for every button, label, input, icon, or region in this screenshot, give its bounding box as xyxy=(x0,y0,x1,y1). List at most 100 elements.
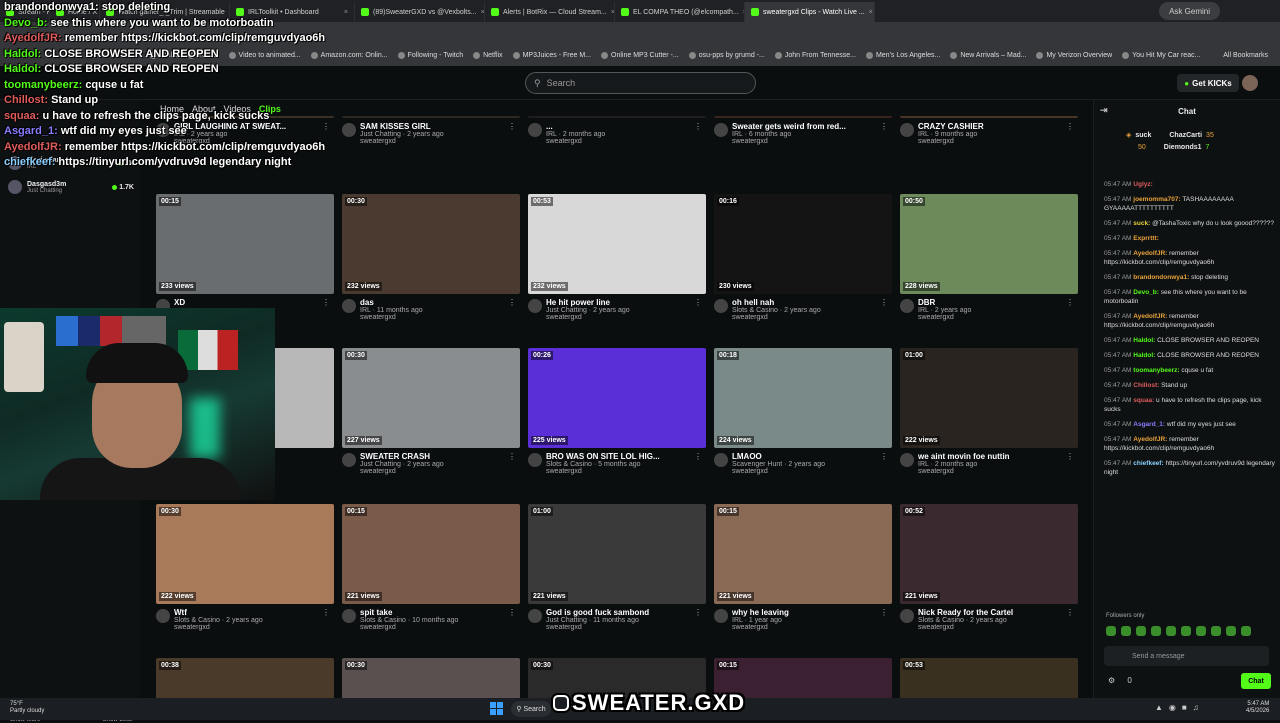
clip-card[interactable]: 00:52 221 views Nick Ready for the Cartel S… xyxy=(900,504,1078,631)
more-options-icon[interactable]: ⋮ xyxy=(322,298,334,313)
more-options-icon[interactable]: ⋮ xyxy=(694,452,706,475)
bookmark-item[interactable]: You Hit My Car reac... xyxy=(1122,51,1200,59)
more-options-icon[interactable]: ⋮ xyxy=(508,452,520,475)
clip-channel[interactable]: sweatergxd xyxy=(546,138,690,145)
clip-thumbnail[interactable]: 00:15 221 views xyxy=(342,504,520,604)
channel-avatar[interactable] xyxy=(156,609,170,623)
clip-card[interactable]: 234 views CRAZY CASHIERIRL · 9 months ago… xyxy=(900,116,1078,145)
more-options-icon[interactable]: ⋮ xyxy=(694,608,706,631)
clip-channel[interactable]: sweatergxd xyxy=(918,138,1062,145)
channel-avatar[interactable] xyxy=(714,609,728,623)
more-options-icon[interactable]: ⋮ xyxy=(694,298,706,321)
browser-tab[interactable]: Alerts | BotRix — Cloud Stream... × xyxy=(485,2,615,22)
clip-thumbnail[interactable]: 00:30 xyxy=(342,658,520,698)
close-tab-icon[interactable]: × xyxy=(869,9,873,16)
clip-card[interactable]: 00:18 224 views LMAOO Scavenger Hunt · 2 ye… xyxy=(714,348,892,475)
message-user[interactable]: squaa: xyxy=(1133,397,1154,404)
clip-channel[interactable]: sweatergxd xyxy=(732,314,876,321)
channel-avatar[interactable] xyxy=(342,609,356,623)
more-options-icon[interactable]: ⋮ xyxy=(322,608,334,631)
clip-channel[interactable]: sweatergxd xyxy=(918,468,1062,475)
clip-card[interactable]: 00:53 xyxy=(900,658,1078,698)
emote-icon[interactable] xyxy=(1106,626,1116,636)
clip-thumbnail[interactable]: 00:16 230 views xyxy=(714,194,892,294)
clip-channel[interactable]: sweatergxd xyxy=(174,624,318,631)
message-user[interactable]: AyedolfJR: xyxy=(1133,313,1167,320)
bookmark-item[interactable]: MP3Juices - Free M... xyxy=(512,51,591,59)
clip-title[interactable]: SAM KISSES GIRL xyxy=(360,122,504,131)
more-options-icon[interactable]: ⋮ xyxy=(1066,452,1078,475)
message-user[interactable]: toomanybeerz: xyxy=(1133,367,1179,374)
message-user[interactable]: suck: xyxy=(1133,220,1150,227)
clip-channel[interactable]: sweatergxd xyxy=(360,138,504,145)
bookmark-item[interactable]: Netflix xyxy=(473,51,503,59)
channel-avatar[interactable] xyxy=(342,453,356,467)
message-user[interactable]: Haldol: xyxy=(1133,352,1155,359)
clip-channel[interactable]: sweatergxd xyxy=(732,624,876,631)
bookmark-item[interactable]: John From Tennesse... xyxy=(774,51,856,59)
emote-icon[interactable] xyxy=(1226,626,1236,636)
message-user[interactable]: AyedolfJR: xyxy=(1133,436,1167,443)
message-user[interactable]: brandondonwya1: xyxy=(1133,274,1189,281)
more-options-icon[interactable]: ⋮ xyxy=(880,122,892,145)
channel-avatar[interactable] xyxy=(528,123,542,137)
clip-title[interactable]: Nick Ready for the Cartel xyxy=(918,608,1062,617)
clip-card[interactable]: 00:30 227 views SWEATER CRASH Just Chatting… xyxy=(342,348,520,475)
message-user[interactable]: Asgard_1: xyxy=(1133,421,1165,428)
settings-icon[interactable]: ⚙ xyxy=(1108,676,1115,685)
more-options-icon[interactable]: ⋮ xyxy=(1066,608,1078,631)
clip-title[interactable]: He hit power line xyxy=(546,298,690,307)
more-options-icon[interactable]: ⋮ xyxy=(1066,298,1078,321)
clip-thumbnail[interactable]: 236 views xyxy=(528,116,706,118)
send-chat-button[interactable]: Chat xyxy=(1241,673,1271,689)
clip-channel[interactable]: sweatergxd xyxy=(546,314,690,321)
emote-icon[interactable] xyxy=(1211,626,1221,636)
user-avatar[interactable] xyxy=(1242,75,1258,91)
system-tray[interactable]: ▲◉■♫ xyxy=(1155,703,1205,712)
clip-card[interactable]: 00:53 232 views He hit power line Just Chat… xyxy=(528,194,706,321)
clip-thumbnail[interactable]: 237 views xyxy=(342,116,520,118)
channel-avatar[interactable] xyxy=(900,609,914,623)
clip-thumbnail[interactable]: 01:00 221 views xyxy=(528,504,706,604)
channel-avatar[interactable] xyxy=(900,453,914,467)
sidebar-channel[interactable]: Dasgasd3m Just Chatting 1.7K xyxy=(8,180,134,194)
clip-title[interactable]: CRAZY CASHIER xyxy=(918,122,1062,131)
clip-card[interactable]: 236 views Sweater gets weird from red...I… xyxy=(714,116,892,145)
clip-thumbnail[interactable]: 00:30 227 views xyxy=(342,348,520,448)
emote-icon[interactable] xyxy=(1196,626,1206,636)
message-user[interactable]: Uglyz: xyxy=(1133,181,1153,188)
clip-thumbnail[interactable]: 00:53 232 views xyxy=(528,194,706,294)
emote-icon[interactable] xyxy=(1241,626,1251,636)
clip-title[interactable]: DBR xyxy=(918,298,1062,307)
message-user[interactable]: Haldol: xyxy=(1133,337,1155,344)
clip-channel[interactable]: sweatergxd xyxy=(360,314,504,321)
channel-avatar[interactable] xyxy=(900,299,914,313)
clip-title[interactable]: das xyxy=(360,298,504,307)
clip-channel[interactable]: sweatergxd xyxy=(360,624,504,631)
clip-card[interactable]: 00:50 228 views DBR IRL · 2 years ago sweate… xyxy=(900,194,1078,321)
channel-avatar[interactable] xyxy=(900,123,914,137)
clip-channel[interactable]: sweatergxd xyxy=(360,468,504,475)
clip-thumbnail[interactable]: 00:30 232 views xyxy=(342,194,520,294)
clip-title[interactable]: why he leaving xyxy=(732,608,876,617)
clip-card[interactable]: 237 views SAM KISSES GIRLJust Chatting · … xyxy=(342,116,520,145)
taskbar-search[interactable]: ⚲ Search xyxy=(511,701,551,717)
bookmark-item[interactable]: My Verizon Overview xyxy=(1036,51,1112,59)
get-kicks-button[interactable]: ● Get KICKs xyxy=(1177,74,1239,92)
clip-thumbnail[interactable]: 00:52 221 views xyxy=(900,504,1078,604)
clip-thumbnail[interactable]: 234 views xyxy=(900,116,1078,118)
clip-channel[interactable]: sweatergxd xyxy=(546,468,690,475)
more-options-icon[interactable]: ⋮ xyxy=(508,122,520,145)
more-options-icon[interactable]: ⋮ xyxy=(508,298,520,321)
clip-card[interactable]: 00:30 232 views das IRL · 11 months ago swea… xyxy=(342,194,520,321)
clip-title[interactable]: SWEATER CRASH xyxy=(360,452,504,461)
clip-thumbnail[interactable]: 01:00 222 views xyxy=(900,348,1078,448)
more-options-icon[interactable]: ⋮ xyxy=(694,122,706,145)
channel-avatar[interactable] xyxy=(342,123,356,137)
clip-thumbnail[interactable]: 00:15 221 views xyxy=(714,504,892,604)
message-user[interactable]: Exprrttt: xyxy=(1133,235,1159,242)
clip-thumbnail[interactable]: 00:53 xyxy=(900,658,1078,698)
ask-gemini-button[interactable]: Ask Gemini xyxy=(1159,2,1220,20)
browser-tab[interactable]: (89)SweaterGXD vs @Vexbolts... × xyxy=(355,2,485,22)
message-user[interactable]: Chillost: xyxy=(1133,382,1159,389)
